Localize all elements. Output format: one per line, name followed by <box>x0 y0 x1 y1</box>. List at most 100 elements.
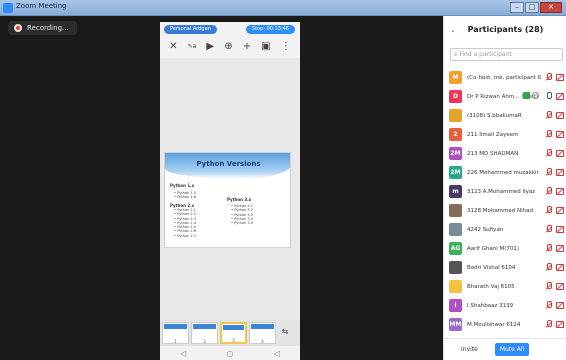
mic-muted-icon[interactable] <box>545 263 553 271</box>
participant-row[interactable]: D Dr P Rizwan Ahm... (Host) <box>444 87 566 106</box>
mic-muted-icon[interactable] <box>545 111 553 119</box>
maximize-button[interactable]: □ <box>525 2 539 13</box>
participant-row[interactable]: Badri Vishal 6104 <box>444 258 566 277</box>
video-off-icon[interactable] <box>556 225 564 233</box>
participant-name: (Co-host, me, participant ID: 327) <box>467 74 541 81</box>
slide-thumbnail-active[interactable]: 3 <box>220 322 247 344</box>
mic-muted-icon[interactable] <box>545 130 553 138</box>
avatar: M <box>449 71 462 84</box>
video-off-icon[interactable] <box>556 130 564 138</box>
participant-row[interactable]: (3108) S.bbakumaR <box>444 106 566 125</box>
participant-name: Badri Vishal 6104 <box>467 264 516 271</box>
video-off-icon[interactable] <box>556 301 564 309</box>
avatar: 2 <box>449 128 462 141</box>
video-off-icon[interactable] <box>556 263 564 271</box>
avatar <box>449 261 462 274</box>
participant-status-icons <box>545 73 564 81</box>
video-off-icon[interactable] <box>556 206 564 214</box>
video-off-icon[interactable] <box>556 149 564 157</box>
avatar: I <box>449 299 462 312</box>
video-off-icon[interactable] <box>556 73 564 81</box>
share-timer-pill: Stop: 00:13:46 <box>245 25 295 34</box>
plus-icon[interactable]: + <box>243 38 251 56</box>
mic-icon[interactable] <box>545 92 553 100</box>
mic-muted-icon[interactable] <box>545 149 553 157</box>
mute-all-button[interactable]: Mute All <box>494 343 530 356</box>
mic-muted-icon[interactable] <box>545 301 553 309</box>
recording-indicator[interactable]: Recording... <box>8 21 77 35</box>
slide-list-item: Python 1.6 <box>174 195 196 199</box>
participant-row[interactable]: 3128 Mohammed Nihad <box>444 201 566 220</box>
video-off-icon[interactable] <box>556 168 564 176</box>
mic-muted-icon[interactable] <box>545 320 553 328</box>
participant-status-icons <box>545 206 564 214</box>
mic-muted-icon[interactable] <box>545 187 553 195</box>
mic-muted-icon[interactable] <box>545 73 553 81</box>
participant-row[interactable]: m 3123 A.Mohammed Ilyaz <box>444 182 566 201</box>
participant-name: 211 Ilmail Zayeem <box>467 131 519 138</box>
video-off-icon[interactable] <box>556 111 564 119</box>
video-off-icon[interactable] <box>556 282 564 290</box>
avatar: 2M <box>449 166 462 179</box>
slide-viewer: Python Versions Python 1.x Python 1.5 Py… <box>160 58 300 320</box>
slide-list: Python 3.1 Python 3.2 Python 3.3 Python … <box>231 204 253 225</box>
thumbnail-more-icon[interactable]: ⇆ <box>278 322 292 344</box>
avatar: m <box>449 185 462 198</box>
comment-icon[interactable]: ▣ <box>261 38 270 56</box>
avatar <box>449 109 462 122</box>
close-button[interactable]: ✕ <box>540 2 562 13</box>
host-status-badges <box>523 92 539 99</box>
slide-toolbar: ✕ ✎a ▶ ⊕ + ▣ ⋮ <box>160 38 300 56</box>
participants-title: Participants (28) <box>467 25 544 34</box>
more-icon[interactable]: ⋮ <box>281 38 291 56</box>
participant-row[interactable]: MM M.Moulishwar 6124 <box>444 315 566 334</box>
invite-button[interactable]: Invite <box>458 344 481 355</box>
participant-row[interactable]: 2M 226 Mohammed muzakkir <box>444 163 566 182</box>
play-icon[interactable]: ▶ <box>206 38 214 56</box>
participant-status-icons <box>545 92 564 100</box>
participant-status-icons <box>545 149 564 157</box>
participant-status-icons <box>545 225 564 233</box>
mic-muted-icon[interactable] <box>545 244 553 252</box>
slide-thumbnail[interactable]: 4 <box>249 322 276 344</box>
video-off-icon[interactable] <box>556 320 564 328</box>
participant-row[interactable]: Bharath Vaj 6105 <box>444 277 566 296</box>
presentation-slide: Python Versions Python 1.x Python 1.5 Py… <box>164 152 291 248</box>
avatar <box>449 223 462 236</box>
mic-muted-icon[interactable] <box>545 282 553 290</box>
slide-list: Python 2.1 Python 2.2 Python 2.3 Python … <box>174 208 196 238</box>
video-off-icon[interactable] <box>556 244 564 252</box>
participant-row[interactable]: 4242 Sufiyan <box>444 220 566 239</box>
video-off-icon[interactable] <box>556 92 564 100</box>
slide-thumbnail[interactable]: 2 <box>191 322 218 344</box>
add-person-icon[interactable]: ⊕ <box>224 38 232 56</box>
recent-nav-icon[interactable]: ◁ <box>274 349 280 358</box>
participant-row[interactable]: 2M 213 MD SHADMAN <box>444 144 566 163</box>
minimize-button[interactable]: – <box>510 2 524 13</box>
video-off-icon[interactable] <box>556 187 564 195</box>
slide-thumbnail[interactable]: 1 <box>162 322 189 344</box>
participant-status-icons <box>545 320 564 328</box>
participant-row[interactable]: M (Co-host, me, participant ID: 327) <box>444 68 566 87</box>
participant-row[interactable]: I I Shahbaaz 3139 <box>444 296 566 315</box>
annotate-icon[interactable]: ✎a <box>188 38 197 56</box>
participant-name: 3128 Mohammed Nihad <box>467 207 534 214</box>
back-nav-icon[interactable]: ◁ <box>180 349 186 358</box>
participant-row[interactable]: AG Aarif Ghani M(701) <box>444 239 566 258</box>
mic-muted-icon[interactable] <box>545 206 553 214</box>
mic-muted-icon[interactable] <box>545 168 553 176</box>
participant-status-icons <box>545 187 564 195</box>
participant-row[interactable]: 2 211 Ilmail Zayeem <box>444 125 566 144</box>
participant-status-icons <box>545 263 564 271</box>
close-icon[interactable]: ✕ <box>169 38 177 56</box>
slide-list: Python 1.5 Python 1.6 <box>174 191 196 200</box>
participant-status-icons <box>545 301 564 309</box>
mic-muted-icon[interactable] <box>545 225 553 233</box>
home-nav-icon[interactable]: ○ <box>227 349 234 358</box>
presenter-pill: Personal Ardgan <box>164 25 217 34</box>
avatar: AG <box>449 242 462 255</box>
search-input[interactable] <box>459 51 555 58</box>
avatar: MM <box>449 318 462 331</box>
participant-status-icons <box>545 130 564 138</box>
slide-heading: Python 1.x <box>170 183 195 188</box>
